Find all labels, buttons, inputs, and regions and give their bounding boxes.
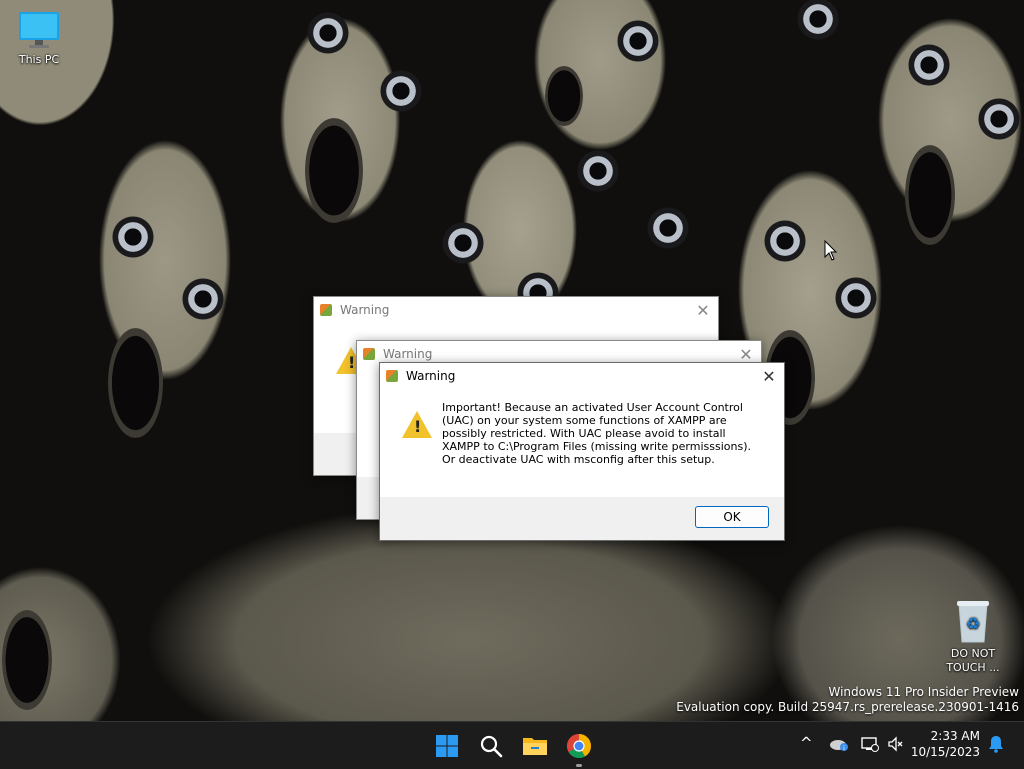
- desktop-icon-label: DO NOT TOUCH ...: [946, 647, 1000, 674]
- file-explorer-icon: [523, 738, 547, 755]
- dialog-title: Warning: [340, 303, 390, 317]
- warning-icon: [402, 411, 432, 438]
- onedrive-icon[interactable]: i: [829, 736, 849, 756]
- desktop-icon-recycle-bin[interactable]: ♻ DO NOT TOUCH ...: [938, 598, 1008, 675]
- desktop-icon-label: This PC: [18, 53, 60, 66]
- svg-text:♻: ♻: [966, 614, 980, 633]
- dialog-title: Warning: [383, 347, 433, 361]
- wallpaper-mouth: [545, 66, 583, 126]
- close-button[interactable]: ✕: [754, 363, 784, 389]
- chrome-button[interactable]: [563, 730, 595, 762]
- wallpaper-eye: [575, 148, 621, 194]
- dialog-message: Important! Because an activated User Acc…: [442, 401, 751, 466]
- dialog-titlebar[interactable]: Warning ✕: [380, 363, 784, 389]
- xampp-icon: [320, 304, 332, 316]
- clock[interactable]: 2:33 AM 10/15/2023: [911, 728, 980, 760]
- search-icon: [480, 735, 503, 758]
- monitor-icon: [19, 12, 59, 48]
- xampp-icon: [363, 348, 375, 360]
- chrome-running-indicator: [576, 764, 582, 767]
- evaluation-watermark: Windows 11 Pro Insider Preview Evaluatio…: [676, 685, 1019, 715]
- wallpaper-eye: [305, 10, 351, 56]
- search-button[interactable]: [475, 730, 507, 762]
- dialog-footer: OK: [380, 497, 784, 539]
- wallpaper-eye: [762, 218, 808, 264]
- taskbar: ^ i 2:33 AM 10/15/2023: [0, 721, 1024, 769]
- watermark-line1: Windows 11 Pro Insider Preview: [828, 685, 1019, 699]
- wallpaper-eye: [110, 214, 156, 260]
- wallpaper-eye: [976, 96, 1022, 142]
- wallpaper-eye: [645, 205, 691, 251]
- wallpaper-eye: [440, 220, 486, 266]
- wallpaper-eye: [378, 68, 424, 114]
- show-hidden-icons-button[interactable]: ^: [800, 734, 813, 752]
- wallpaper-eye: [615, 18, 661, 64]
- mouse-cursor-icon: [824, 240, 838, 261]
- wallpaper-mouth: [905, 145, 955, 245]
- volume-muted-icon[interactable]: [887, 736, 905, 756]
- ok-button[interactable]: OK: [695, 506, 769, 528]
- wallpaper-eye: [180, 276, 226, 322]
- wallpaper-eye: [906, 42, 952, 88]
- recycle-bin-icon: ♻: [957, 601, 989, 643]
- wallpaper-mouth: [2, 610, 52, 710]
- start-button[interactable]: [431, 730, 463, 762]
- desktop-icon-this-pc[interactable]: This PC: [4, 10, 74, 66]
- watermark-line2: Evaluation copy. Build 25947.rs_prerelea…: [676, 700, 1019, 714]
- wallpaper-eye: [833, 275, 879, 321]
- dialog-body: Important! Because an activated User Acc…: [380, 389, 784, 497]
- wallpaper-eye: [795, 0, 841, 42]
- dialog-titlebar[interactable]: Warning ✕: [314, 297, 718, 323]
- chrome-icon: [566, 734, 591, 759]
- xampp-icon: [386, 370, 398, 382]
- start-icon: [436, 735, 458, 757]
- clock-time: 2:33 AM: [930, 729, 980, 743]
- network-icon[interactable]: [861, 736, 879, 756]
- wallpaper-mouth: [305, 118, 363, 223]
- notification-bell-icon[interactable]: [988, 735, 1004, 757]
- close-icon[interactable]: ✕: [688, 297, 718, 323]
- dialog-title: Warning: [406, 369, 456, 383]
- file-explorer-button[interactable]: [519, 730, 551, 762]
- warning-dialog: Warning ✕ Important! Because an activate…: [379, 362, 785, 541]
- clock-date: 10/15/2023: [910, 745, 980, 759]
- wallpaper-mouth: [108, 328, 163, 438]
